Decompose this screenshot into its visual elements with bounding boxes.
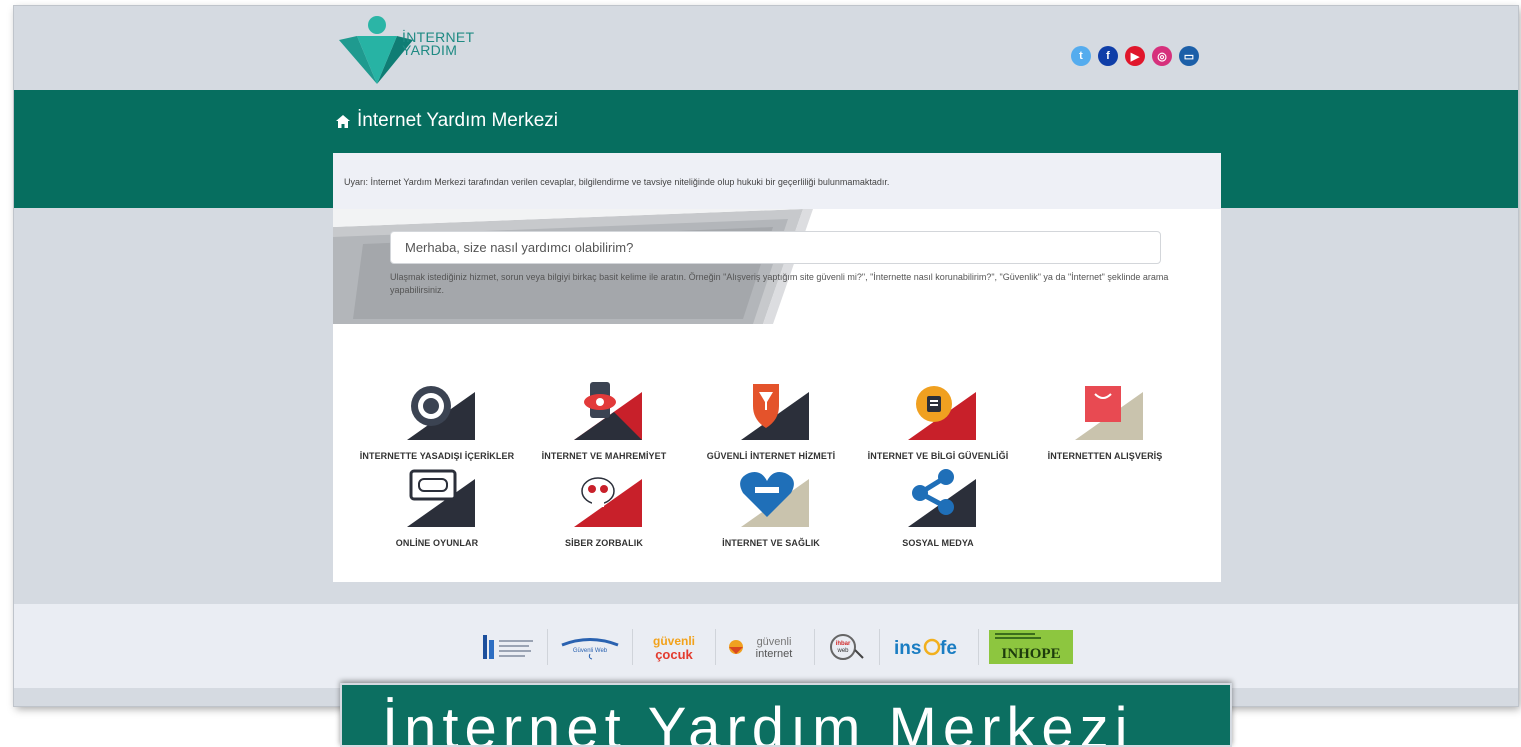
info-security-icon: [908, 386, 976, 440]
guvenli-internet-logo[interactable]: güvenli internet: [716, 629, 815, 665]
category-label: İNTERNET VE MAHREMİYET: [541, 451, 667, 461]
category-tile[interactable]: SİBER ZORBALIK: [518, 465, 690, 548]
guvenli-cocuk-logo[interactable]: güvenli çocuk: [633, 629, 716, 665]
illegal-content-icon: [407, 386, 475, 440]
search-hint: Ulaşmak istediğiniz hizmet, sorun veya b…: [390, 272, 1169, 295]
category-tile[interactable]: İNTERNETTE YASADIŞI İÇERİKLER: [351, 378, 523, 461]
category-label: SOSYAL MEDYA: [902, 538, 974, 548]
gamepad-icon: [407, 469, 475, 527]
btk-logo[interactable]: [469, 629, 548, 665]
category-tile[interactable]: ONLİNE OYUNLAR: [351, 465, 523, 548]
notice-text: Uyarı: İnternet Yardım Merkezi tarafında…: [344, 177, 890, 187]
share-icon: [908, 469, 976, 527]
category-label: İNTERNET VE SAĞLIK: [722, 538, 820, 548]
logo-line-2: YARDIM: [402, 42, 458, 58]
logo-wordmark: İNTERNET YARDIM: [402, 30, 474, 58]
svg-text:çocuk: çocuk: [655, 647, 693, 662]
search-input[interactable]: [391, 232, 1160, 263]
category-tile[interactable]: SOSYAL MEDYA: [852, 465, 1024, 548]
laptop-background-image: [333, 209, 1221, 324]
search-box[interactable]: [390, 231, 1161, 264]
notice-box: Uyarı: İnternet Yardım Merkezi tarafında…: [333, 153, 1221, 209]
top-bar: İNTERNET YARDIM t f ▶ ◎ ▭: [14, 6, 1518, 90]
category-label: SİBER ZORBALIK: [565, 538, 643, 548]
category-tile[interactable]: İNTERNET VE SAĞLIK: [685, 465, 857, 548]
svg-text:güvenli: güvenli: [757, 636, 792, 648]
partner-logos: Güvenli Web güvenli çocuk güvenli intern…: [469, 629, 1083, 665]
svg-text:ihbar: ihbar: [836, 641, 851, 647]
page-title-text: İnternet Yardım Merkezi: [357, 110, 558, 131]
svg-text:internet: internet: [756, 648, 793, 660]
insafe-logo[interactable]: ins fe: [880, 629, 979, 665]
category-tile[interactable]: İNTERNETTEN ALIŞVERİŞ: [1019, 378, 1191, 461]
svg-text:Güvenli Web: Güvenli Web: [573, 648, 608, 654]
category-label: İNTERNETTEN ALIŞVERİŞ: [1047, 451, 1163, 461]
skull-icon: [574, 477, 642, 527]
search-hero: Ulaşmak istediğiniz hizmet, sorun veya b…: [333, 209, 1221, 324]
inhope-logo[interactable]: INHOPE: [979, 629, 1083, 665]
banner-text: İnternet Yardım Merkezi: [382, 696, 1134, 747]
instagram-icon[interactable]: ◎: [1152, 46, 1172, 66]
category-tile[interactable]: İNTERNET VE MAHREMİYET: [518, 378, 690, 461]
home-icon[interactable]: [336, 114, 350, 128]
category-label: GÜVENLİ İNTERNET HİZMETİ: [706, 451, 836, 461]
category-tile[interactable]: GÜVENLİ İNTERNET HİZMETİ: [685, 378, 857, 461]
title-banner: İnternet Yardım Merkezi: [340, 683, 1232, 747]
heart-icon: [740, 472, 809, 527]
shopping-bag-icon: [1075, 386, 1143, 440]
filter-shield-icon: [741, 384, 809, 440]
svg-text:güvenli: güvenli: [653, 634, 695, 648]
svg-text:web: web: [836, 648, 849, 654]
category-tile[interactable]: İNTERNET VE BİLGİ GÜVENLİĞİ: [852, 378, 1024, 461]
category-label: ONLİNE OYUNLAR: [395, 538, 479, 548]
browser-page: İNTERNET YARDIM t f ▶ ◎ ▭ İnternet Yardım Me…: [14, 6, 1518, 706]
linkedin-icon[interactable]: ▭: [1179, 46, 1199, 66]
guvenli-web-logo[interactable]: Güvenli Web: [548, 629, 633, 665]
main-card: Uyarı: İnternet Yardım Merkezi tarafında…: [333, 153, 1221, 582]
svg-text:fe: fe: [940, 638, 957, 659]
privacy-phone-icon: [574, 382, 642, 440]
twitter-icon[interactable]: t: [1071, 46, 1091, 66]
social-links: t f ▶ ◎ ▭: [1071, 46, 1199, 66]
svg-text:ins: ins: [894, 638, 921, 659]
facebook-icon[interactable]: f: [1098, 46, 1118, 66]
category-label: İNTERNET VE BİLGİ GÜVENLİĞİ: [867, 451, 1009, 461]
page-title: İnternet Yardım Merkezi: [336, 110, 558, 132]
svg-text:INHOPE: INHOPE: [1001, 646, 1060, 662]
youtube-icon[interactable]: ▶: [1125, 46, 1145, 66]
ihbar-web-logo[interactable]: ihbar web: [815, 629, 880, 665]
category-label: İNTERNETTE YASADIŞI İÇERİKLER: [359, 451, 515, 461]
